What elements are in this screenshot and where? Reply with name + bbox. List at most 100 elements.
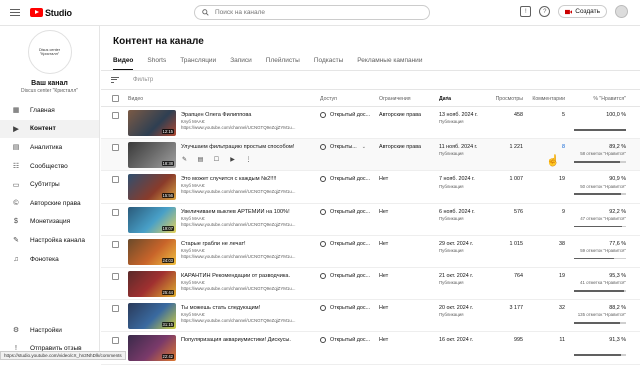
visibility-cell[interactable]: Открыты...⌄ — [320, 144, 366, 150]
filter-icon[interactable] — [111, 75, 119, 84]
restrictions-value: Нет — [379, 241, 388, 247]
table-row[interactable]: 31:15Ты можешь стать следующим!Клуб МААК… — [101, 300, 640, 332]
comments-icon[interactable]: ☐ — [213, 156, 220, 163]
row-checkbox[interactable] — [112, 144, 119, 151]
sidebar-item-subtitles[interactable]: ▭Субтитры — [0, 175, 99, 194]
col-restrictions[interactable]: Ограничения — [379, 96, 411, 102]
video-thumbnail[interactable]: 19:07 — [128, 207, 176, 233]
likes-bar-fill — [574, 354, 621, 356]
sidebar-item-analytics[interactable]: ▤Аналитика — [0, 138, 99, 157]
visibility-cell[interactable]: Открытый дос... — [320, 305, 370, 311]
video-title[interactable]: Эрапцен Олега Филиппова — [181, 112, 251, 118]
likes-percent: 88,2 % — [609, 305, 626, 311]
comments-value[interactable]: 5 — [562, 112, 565, 118]
sidebar-item-audio-library[interactable]: ♫Фонотека — [0, 250, 99, 269]
tab-1[interactable]: Shorts — [147, 57, 166, 70]
tab-0[interactable]: Видео — [113, 57, 133, 70]
row-checkbox[interactable] — [112, 112, 119, 119]
comments-value[interactable]: 19 — [559, 273, 565, 279]
tab-4[interactable]: Плейлисты — [266, 57, 300, 70]
table-row[interactable]: 25:44 КАРАНТИН Рекомендации от разводчика… — [101, 268, 640, 300]
table-row[interactable]: 19:07 Увеличиваем выклев АРТЕМИИ на 100%!… — [101, 204, 640, 236]
col-date[interactable]: Дата — [439, 96, 451, 102]
visibility-cell[interactable]: Открытый дос... — [320, 176, 370, 182]
channel-avatar[interactable]: Disus center "Кристалл" — [28, 30, 72, 74]
comments-value[interactable]: 38 — [559, 241, 565, 247]
video-title[interactable]: Улучшаем фильтрацию простым способом! — [181, 144, 294, 150]
create-button[interactable]: Создать — [558, 5, 607, 18]
channel-title: Ваш канал — [0, 80, 99, 87]
account-avatar[interactable] — [615, 5, 628, 18]
sort-arrow-icon[interactable]: ↓ — [446, 95, 449, 101]
likes-bar — [574, 322, 626, 324]
sidebar-item-customization[interactable]: ✎Настройка канала — [0, 231, 99, 250]
row-checkbox[interactable] — [112, 241, 119, 248]
comments-value[interactable]: 11 — [559, 337, 565, 343]
date-status: Публикация — [439, 216, 475, 222]
sidebar-item-copyright[interactable]: ©Авторские права — [0, 194, 99, 213]
date-value: 6 нояб. 2024 г. — [439, 209, 475, 215]
video-thumbnail[interactable]: 22:42 — [128, 335, 176, 361]
video-thumbnail[interactable]: 12:15 — [128, 110, 176, 136]
analytics-icon[interactable]: ▤ — [197, 156, 204, 163]
comments-value[interactable]: 19 — [559, 176, 565, 182]
row-checkbox[interactable] — [112, 273, 119, 280]
table-row[interactable]: 12:15Эрапцен Олега ФилипповаКлуб МААК:ht… — [101, 107, 640, 139]
visibility-cell[interactable]: Открытый дос... — [320, 241, 370, 247]
sidebar-item-dashboard[interactable]: ▦Главная — [0, 101, 99, 120]
col-video: Видео — [128, 96, 143, 102]
video-thumbnail[interactable]: 31:15 — [128, 303, 176, 329]
video-title[interactable]: КАРАНТИН Рекомендации от разводчика. — [181, 273, 290, 279]
edit-icon[interactable]: ✎ — [181, 156, 188, 163]
youtube-play-icon[interactable]: ▶ — [229, 156, 236, 163]
video-thumbnail[interactable]: 15:56 — [128, 174, 176, 200]
search-box[interactable] — [194, 5, 430, 20]
tab-6[interactable]: Рекламные кампании — [357, 57, 422, 70]
col-visibility[interactable]: Доступ — [320, 96, 337, 102]
row-checkbox[interactable] — [112, 337, 119, 344]
comments-value[interactable]: 8 — [562, 144, 565, 150]
messages-icon[interactable]: ! — [520, 6, 531, 17]
video-title[interactable]: Ты можешь стать следующим! — [181, 305, 260, 311]
col-views[interactable]: Просмотры — [496, 96, 523, 102]
table-row[interactable]: 15:56Это может случится с каждым №2!!!!К… — [101, 171, 640, 203]
sidebar-item-content[interactable]: ▶Контент — [0, 120, 99, 139]
likes-cell: 77,6 %59 отметок "Нравится" — [580, 241, 626, 254]
row-checkbox[interactable] — [112, 305, 119, 312]
video-title[interactable]: Популяризация аквариумистики! Дискусы. — [181, 337, 291, 343]
tab-3[interactable]: Записи — [230, 57, 252, 70]
search-input[interactable] — [215, 9, 415, 16]
comments-value[interactable]: 32 — [559, 305, 565, 311]
likes-bar-fill — [574, 322, 620, 324]
col-likes[interactable]: % "Нравится" — [593, 96, 626, 102]
col-comments[interactable]: Комментарии — [532, 96, 565, 102]
comments-value[interactable]: 9 — [562, 209, 565, 215]
sidebar-item-community[interactable]: ☷Сообщество — [0, 157, 99, 176]
video-title[interactable]: Это может случится с каждым №2!!!! — [181, 176, 276, 182]
row-checkbox[interactable] — [112, 176, 119, 183]
studio-logo[interactable]: Studio — [30, 8, 72, 18]
filter-bar[interactable]: Фильтр — [111, 75, 153, 84]
help-icon[interactable]: ? — [539, 6, 550, 17]
table-row[interactable]: 24:03Старые грабли не лечат!Клуб МААК:ht… — [101, 236, 640, 268]
tab-5[interactable]: Подкасты — [314, 57, 343, 70]
select-all-checkbox[interactable] — [112, 95, 119, 102]
video-thumbnail[interactable]: 24:03 — [128, 239, 176, 265]
menu-icon[interactable] — [10, 7, 20, 18]
likes-cell: 100,0 % — [606, 112, 626, 119]
restrictions-value: Авторские права — [379, 112, 421, 118]
more-options-icon[interactable]: ⋮ — [245, 156, 252, 163]
visibility-cell[interactable]: Открытый дос... — [320, 337, 370, 343]
video-title[interactable]: Увеличиваем выклев АРТЕМИИ на 100%! — [181, 209, 290, 215]
video-title[interactable]: Старые грабли не лечат! — [181, 241, 246, 247]
tab-2[interactable]: Трансляции — [180, 57, 216, 70]
chevron-down-icon[interactable]: ⌄ — [362, 144, 366, 150]
visibility-cell[interactable]: Открытый дос... — [320, 273, 370, 279]
video-thumbnail[interactable]: 18:38 — [128, 142, 176, 168]
visibility-cell[interactable]: Открытый дос... — [320, 112, 370, 118]
sidebar-item-monetization[interactable]: $Монетизация — [0, 213, 99, 232]
row-checkbox[interactable] — [112, 209, 119, 216]
visibility-cell[interactable]: Открытый дос... — [320, 209, 370, 215]
sidebar-item-gear[interactable]: ⚙Настройки — [0, 321, 100, 340]
video-thumbnail[interactable]: 25:44 — [128, 271, 176, 297]
